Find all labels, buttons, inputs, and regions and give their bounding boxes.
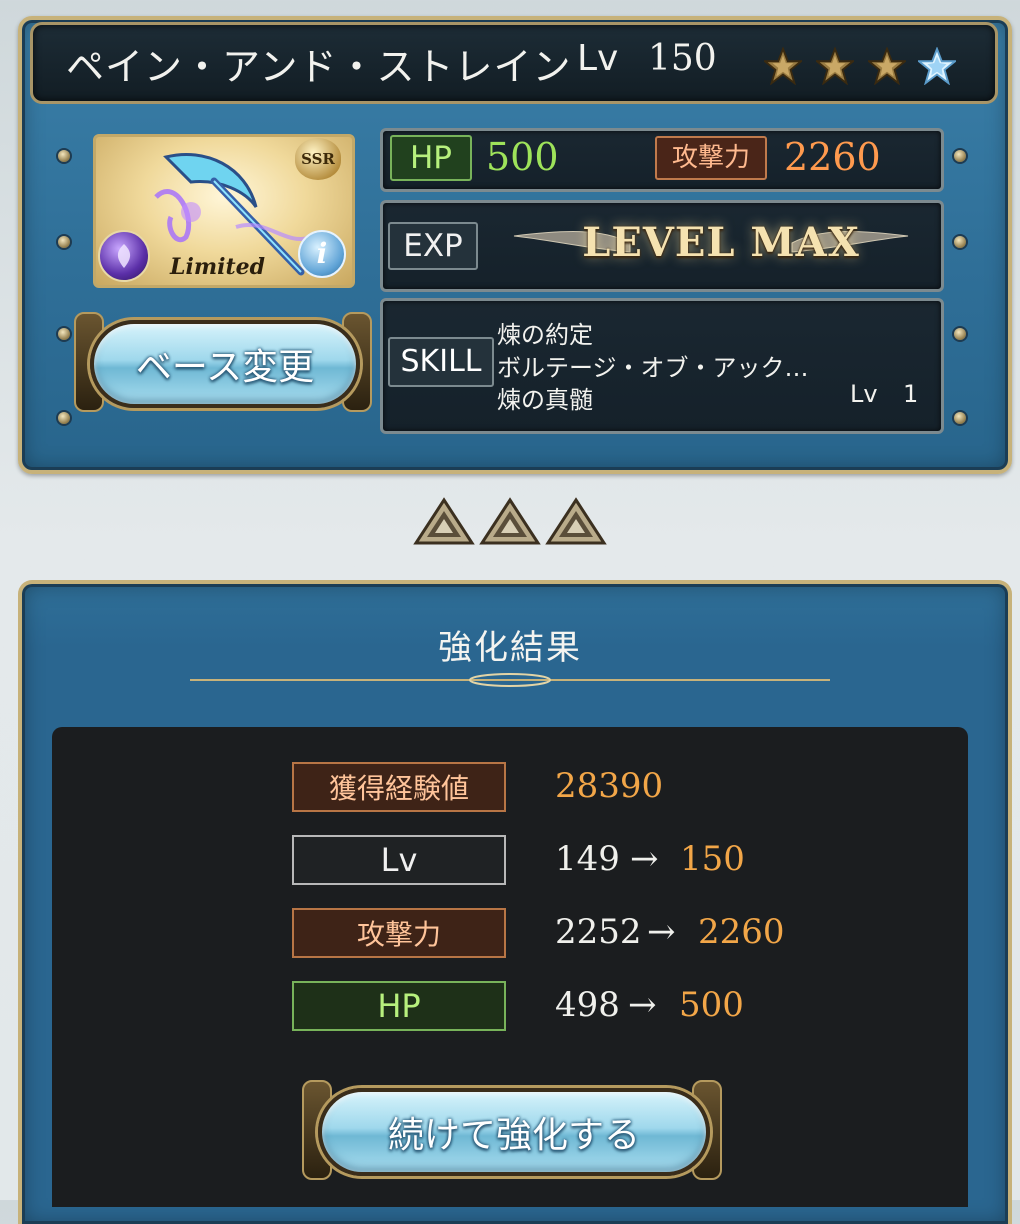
pyramid-marker-icon: [413, 497, 475, 545]
weapon-level-value: 150: [648, 38, 717, 79]
continue-upgrade-button[interactable]: 続けて強化する: [318, 1088, 710, 1176]
hp-after: 500: [679, 985, 744, 1025]
exp-gained-tag: 獲得経験値: [292, 762, 506, 812]
uncap-star-icon: [764, 47, 802, 85]
atk-result-tag: 攻撃力: [292, 908, 506, 958]
base-change-button[interactable]: ベース変更: [90, 320, 360, 408]
pyramid-marker-icon: [479, 497, 541, 545]
rivet-decoration: [954, 236, 966, 248]
rarity-badge: SSR: [295, 138, 341, 180]
level-max-label: LEVEL MAX: [582, 219, 860, 266]
result-title: 強化結果: [438, 628, 582, 668]
info-icon[interactable]: i: [298, 230, 346, 278]
title-divider-ornament: [190, 673, 830, 687]
skill-name: 煉の約定: [497, 321, 593, 349]
atk-before: 2252: [555, 912, 642, 952]
atk-tag: 攻撃力: [655, 136, 767, 180]
atk-after: 2260: [698, 912, 785, 952]
level-after: 150: [680, 839, 745, 879]
hp-value: 500: [486, 135, 559, 179]
rivet-decoration: [58, 412, 70, 424]
skill-level-value: 1: [903, 380, 919, 408]
atk-value: 2260: [784, 135, 881, 179]
rivet-decoration: [954, 412, 966, 424]
exp-gained-value: 28390: [555, 766, 664, 806]
arrow-icon: →: [628, 985, 657, 1025]
pyramid-marker-icon: [545, 497, 607, 545]
weapon-name: ペイン・アンド・ストレイン: [66, 45, 572, 89]
weapon-level-label: Lv: [577, 38, 619, 79]
level-tag: Lv: [292, 835, 506, 885]
hp-before: 498: [555, 985, 620, 1025]
arrow-icon: →: [647, 912, 676, 952]
uncap-star-blue-icon: [918, 47, 956, 85]
skill-name: 煉の真髄: [497, 386, 593, 414]
dark-element-icon: [98, 230, 150, 282]
hp-result-tag: HP: [292, 981, 506, 1031]
rivet-decoration: [58, 150, 70, 162]
arrow-icon: →: [630, 839, 659, 879]
uncap-star-icon: [816, 47, 854, 85]
skill-tag: SKILL: [388, 337, 494, 387]
rivet-decoration: [58, 236, 70, 248]
rivet-decoration: [58, 328, 70, 340]
uncap-star-icon: [868, 47, 906, 85]
exp-tag: EXP: [388, 222, 478, 270]
rivet-decoration: [954, 328, 966, 340]
skill-name: ボルテージ・オブ・アック…: [497, 354, 809, 382]
level-before: 149: [555, 839, 620, 879]
skill-level-label: Lv: [850, 380, 878, 408]
rivet-decoration: [954, 150, 966, 162]
hp-tag: HP: [390, 135, 472, 181]
limited-label: Limited: [170, 254, 266, 280]
